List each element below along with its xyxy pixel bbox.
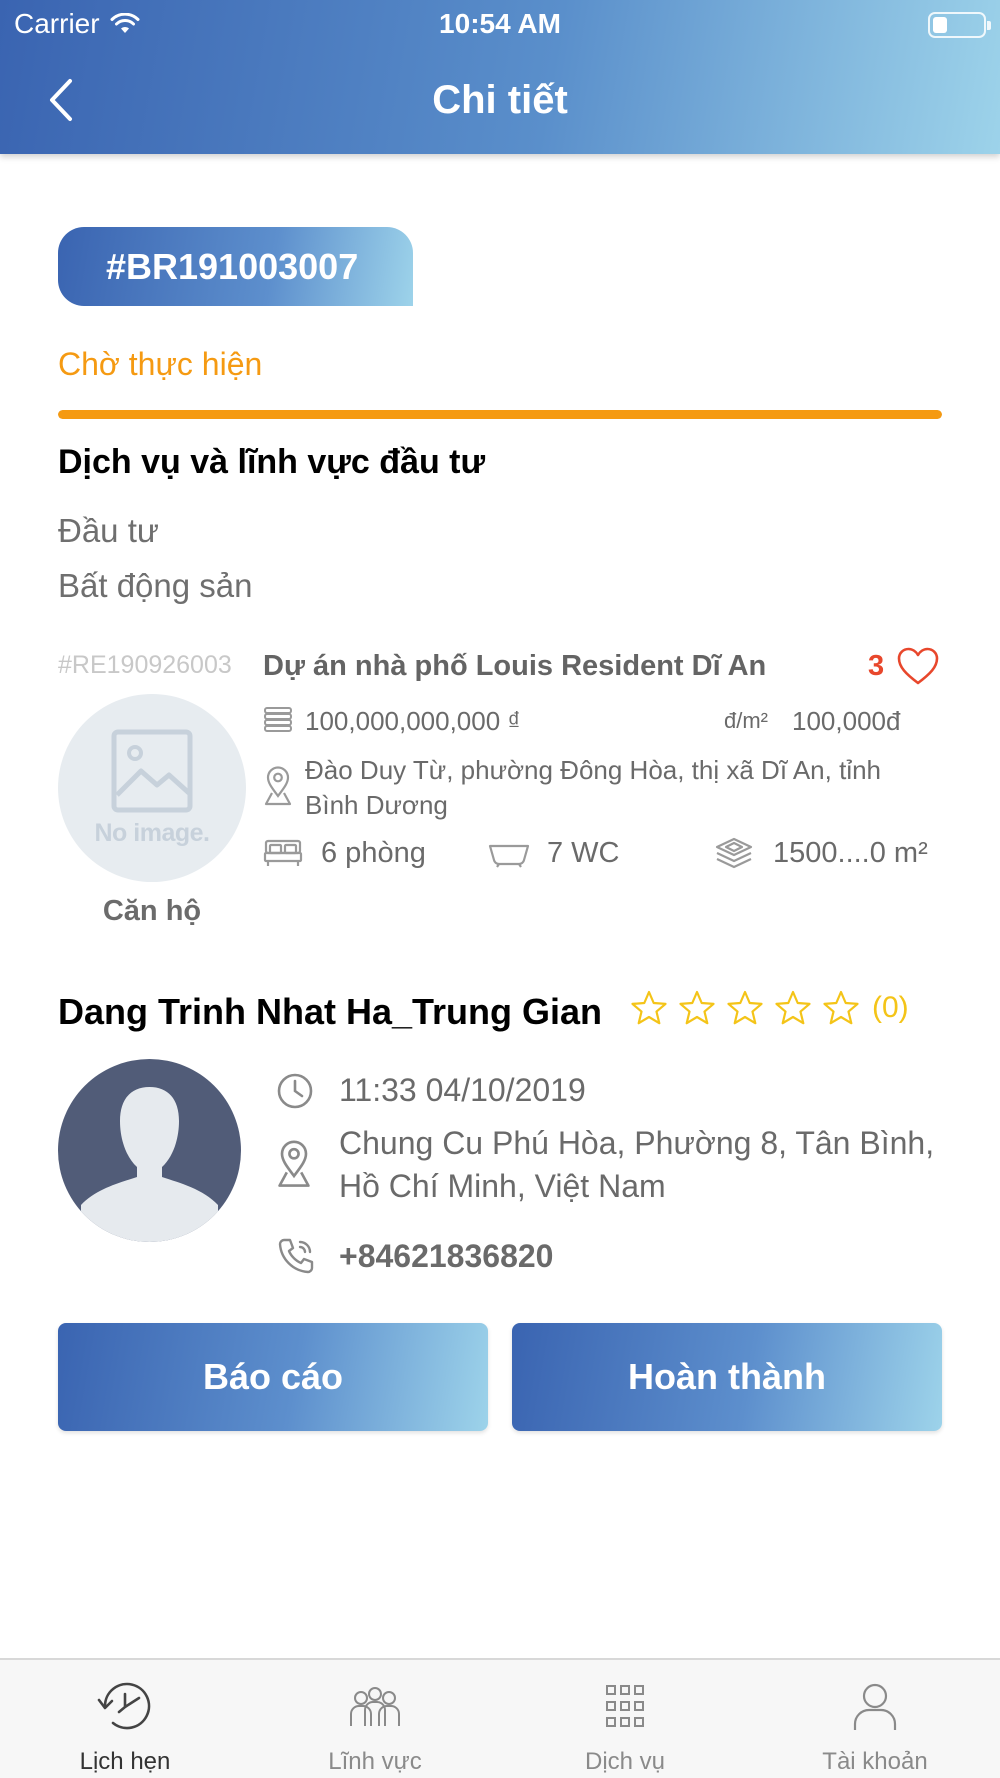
tab-fields[interactable]: Lĩnh vực xyxy=(250,1660,500,1778)
agent-phone[interactable]: +84621836820 xyxy=(339,1238,553,1275)
field-item: Bất động sản xyxy=(58,567,253,604)
clock-history-icon xyxy=(97,1682,151,1730)
avatar xyxy=(58,1059,241,1242)
property-area: 1500....0 m² xyxy=(773,837,928,869)
default-user-avatar-icon xyxy=(81,1087,218,1242)
property-code: #RE190926003 xyxy=(58,651,232,679)
tab-label: Lĩnh vực xyxy=(328,1748,422,1775)
service-item: Đầu tư xyxy=(58,512,159,549)
booking-id-badge: #BR191003007 xyxy=(58,227,413,306)
report-button[interactable]: Báo cáo xyxy=(58,1323,488,1431)
price-per-m2-label: đ/m² xyxy=(724,708,768,733)
star-icon[interactable] xyxy=(726,990,764,1026)
battery-icon xyxy=(928,12,991,38)
property-price: 100,000,000,000 ₫ xyxy=(305,706,521,736)
navigation-header: Carrier 10:54 AM Chi tiết xyxy=(0,0,1000,154)
wc-count: 7 WC xyxy=(547,837,620,869)
page-title: Chi tiết xyxy=(432,78,568,122)
tab-services[interactable]: Dịch vụ xyxy=(500,1660,750,1778)
image-placeholder-icon xyxy=(111,729,193,812)
booking-status: Chờ thực hiện xyxy=(58,346,263,382)
property-image-placeholder: No image. xyxy=(58,694,246,882)
status-time: 10:54 AM xyxy=(439,8,561,39)
tab-appointments[interactable]: Lịch hẹn xyxy=(0,1660,250,1778)
appointment-address-line2: Hồ Chí Minh, Việt Nam xyxy=(339,1168,666,1204)
service-section-title: Dịch vụ và lĩnh vực đầu tư xyxy=(58,443,486,481)
location-pin-icon xyxy=(278,1140,310,1187)
area-layers-icon xyxy=(715,837,753,869)
star-icon[interactable] xyxy=(678,990,716,1026)
rating-count: (0) xyxy=(872,991,909,1024)
agent-name: Dang Trinh Nhat Ha_Trung Gian xyxy=(58,991,603,1032)
tab-bar: Lịch hẹn Lĩnh vực Dịch vụ Tài khoản xyxy=(0,1658,1000,1778)
tab-label: Lịch hẹn xyxy=(79,1748,171,1775)
tab-label: Tài khoản xyxy=(822,1748,928,1775)
phone-icon xyxy=(278,1238,314,1274)
tab-account[interactable]: Tài khoản xyxy=(750,1660,1000,1778)
coins-icon xyxy=(264,707,292,732)
heart-icon[interactable] xyxy=(896,646,940,686)
property-address-line2: Bình Dương xyxy=(305,790,448,820)
status-bar: Carrier 10:54 AM xyxy=(0,0,1000,50)
like-count: 3 xyxy=(868,650,885,682)
room-count: 6 phòng xyxy=(321,837,426,869)
star-icon[interactable] xyxy=(774,990,812,1026)
location-pin-icon xyxy=(264,766,292,806)
grid-icon xyxy=(606,1685,644,1727)
no-image-text: No image. xyxy=(94,818,210,847)
property-type: Căn hộ xyxy=(102,895,202,927)
tab-label: Dịch vụ xyxy=(584,1748,666,1775)
price-per-m2: 100,000đ xyxy=(792,706,901,736)
user-icon xyxy=(853,1683,897,1730)
bed-icon xyxy=(263,839,303,866)
appointment-address-line1: Chung Cu Phú Hòa, Phường 8, Tân Bình, xyxy=(339,1125,935,1161)
property-title[interactable]: Dự án nhà phố Louis Resident Dĩ An xyxy=(263,650,766,683)
people-group-icon xyxy=(350,1687,400,1726)
status-progress-bar xyxy=(58,410,942,419)
star-icon[interactable] xyxy=(822,990,860,1026)
rating-stars[interactable]: (0) xyxy=(630,990,909,1026)
clock-icon xyxy=(277,1073,313,1109)
bathtub-icon xyxy=(488,844,530,868)
appointment-datetime: 11:33 04/10/2019 xyxy=(339,1072,586,1108)
property-address-line1: Đào Duy Từ, phường Đông Hòa, thị xã Dĩ A… xyxy=(305,755,882,785)
star-icon[interactable] xyxy=(630,990,668,1026)
complete-button[interactable]: Hoàn thành xyxy=(512,1323,942,1431)
